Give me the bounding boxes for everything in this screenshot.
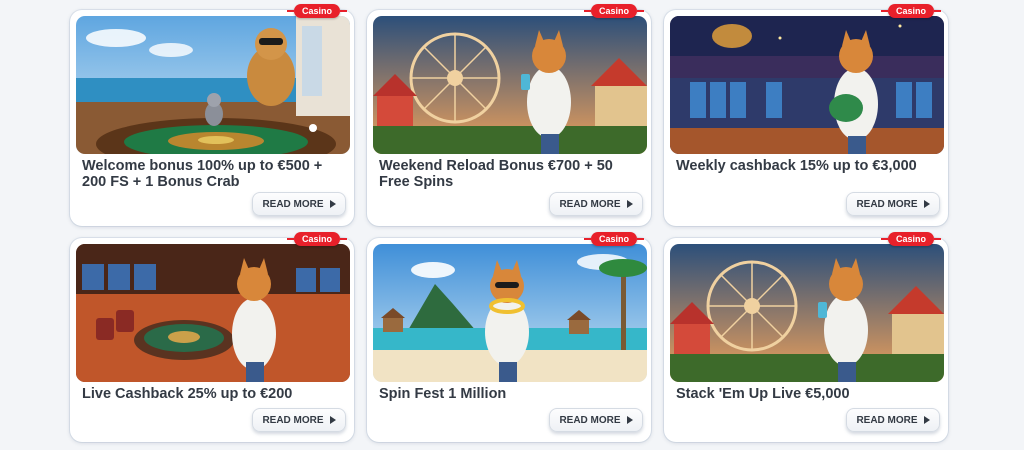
casino-badge: Casino (880, 4, 942, 18)
promo-image-roulette-yacht[interactable] (76, 16, 350, 154)
read-more-button[interactable]: READ MORE (252, 408, 346, 432)
play-arrow-icon (626, 416, 633, 424)
promo-card-weekend-reload[interactable]: Casino Weekend Reload Bonus €700 + 50 Fr… (367, 4, 651, 226)
play-arrow-icon (923, 416, 930, 424)
card-title: Live Cashback 25% up to €200 (82, 386, 293, 402)
card-title: Welcome bonus 100% up to €500 + 200 FS +… (82, 158, 323, 190)
promo-image-fair-ferris-wheel[interactable] (373, 16, 647, 154)
casino-badge: Casino (286, 232, 348, 246)
read-more-label: READ MORE (559, 198, 621, 210)
card-title: Spin Fest 1 Million (379, 386, 507, 402)
casino-badge: Casino (286, 4, 348, 18)
card-title: Stack 'Em Up Live €5,000 (676, 386, 850, 402)
read-more-button[interactable]: READ MORE (252, 192, 346, 216)
promo-image-tropical-beach[interactable] (373, 244, 647, 382)
read-more-label: READ MORE (262, 198, 324, 210)
promo-card-spin-fest[interactable]: Casino Spin Fest 1 Million READ MORE (367, 232, 651, 442)
read-more-button[interactable]: READ MORE (549, 408, 643, 432)
read-more-button[interactable]: READ MORE (846, 408, 940, 432)
casino-badge: Casino (583, 232, 645, 246)
promo-image-casino-hall[interactable] (670, 16, 944, 154)
play-arrow-icon (626, 200, 633, 208)
promo-image-roulette-table[interactable] (76, 244, 350, 382)
casino-badge: Casino (880, 232, 942, 246)
play-arrow-icon (329, 416, 336, 424)
read-more-label: READ MORE (856, 198, 918, 210)
card-title: Weekly cashback 15% up to €3,000 (676, 158, 917, 174)
read-more-button[interactable]: READ MORE (846, 192, 940, 216)
read-more-label: READ MORE (856, 414, 918, 426)
read-more-button[interactable]: READ MORE (549, 192, 643, 216)
read-more-label: READ MORE (559, 414, 621, 426)
play-arrow-icon (329, 200, 336, 208)
promo-card-live-cashback[interactable]: Casino Live Cashback 25% up to €200 READ… (70, 232, 354, 442)
card-title: Weekend Reload Bonus €700 + 50 Free Spin… (379, 158, 613, 190)
promo-image-fair-ferris-wheel[interactable] (670, 244, 944, 382)
play-arrow-icon (923, 200, 930, 208)
promo-card-welcome-bonus[interactable]: Casino Welcome bonus 100% up to €500 + 2… (70, 4, 354, 226)
read-more-label: READ MORE (262, 414, 324, 426)
promo-card-stack-em-up[interactable]: Casino Stack 'Em Up Live €5,000 READ MOR… (664, 232, 948, 442)
promo-card-weekly-cashback[interactable]: Casino Weekly cashback 15% up to €3,000 (664, 4, 948, 226)
casino-badge: Casino (583, 4, 645, 18)
